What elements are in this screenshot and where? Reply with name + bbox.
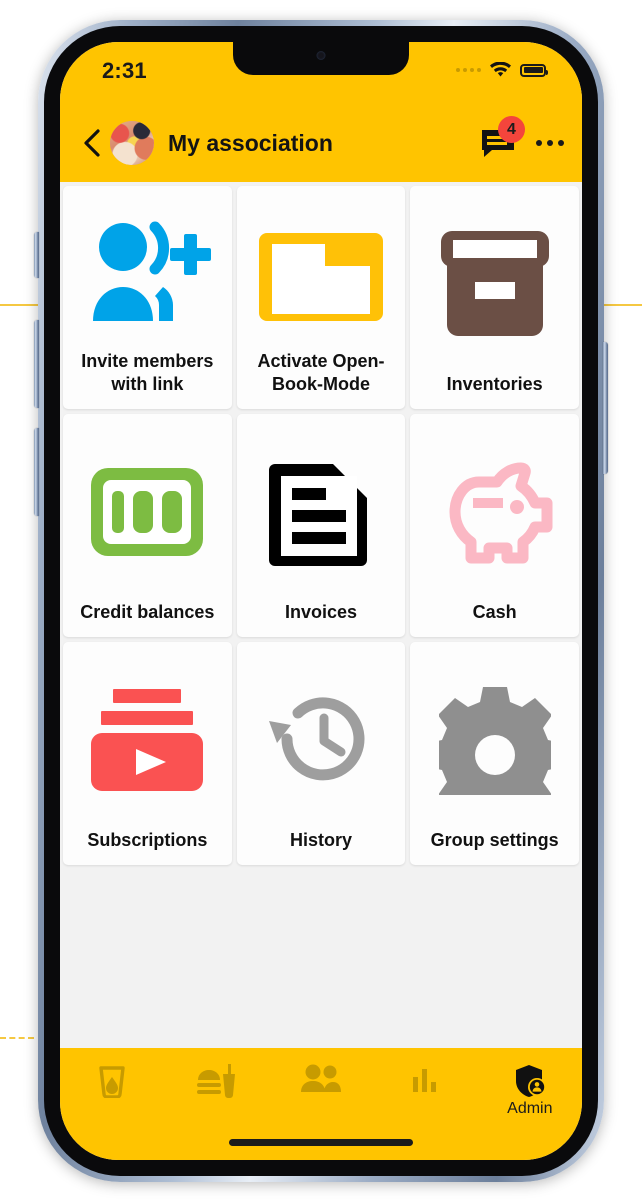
nav-item-stats[interactable]	[373, 1064, 477, 1096]
more-options-icon[interactable]	[536, 140, 564, 146]
power-button[interactable]	[603, 342, 608, 474]
volume-down-button[interactable]	[34, 428, 39, 516]
back-button[interactable]	[76, 125, 106, 161]
tile-label: History	[289, 829, 352, 850]
action-grid: Invite members with link Activate Open-B…	[63, 186, 579, 865]
people-icon	[301, 1064, 342, 1092]
banknote-100-icon	[69, 424, 226, 601]
nav-item-admin[interactable]: Admin	[478, 1064, 582, 1118]
tile-invite-members[interactable]: Invite members with link	[63, 186, 232, 409]
wifi-icon	[490, 62, 511, 77]
nav-item-members[interactable]	[269, 1064, 373, 1096]
battery-full-icon	[520, 63, 548, 77]
bar-chart-icon	[413, 1069, 437, 1092]
document-lines-icon	[243, 424, 400, 601]
tile-label: Credit balances	[80, 601, 215, 622]
main-content: Invite members with link Activate Open-B…	[60, 182, 582, 1048]
status-time: 2:31	[102, 58, 147, 83]
video-play-icon	[69, 652, 226, 829]
burger-drink-icon	[196, 1064, 235, 1098]
page-title: My association	[168, 129, 333, 156]
silent-switch[interactable]	[34, 232, 39, 278]
tile-history[interactable]: History	[236, 642, 406, 865]
gear-icon	[416, 652, 573, 829]
avatar-image	[110, 121, 154, 165]
piggy-bank-icon	[416, 424, 573, 601]
tile-label: Subscriptions	[87, 829, 208, 850]
tile-label: Inventories	[446, 373, 543, 394]
chat-badge: 4	[498, 116, 525, 143]
tile-cash[interactable]: Cash	[410, 414, 579, 637]
app-header: My association 4	[60, 104, 582, 182]
shield-person-icon	[515, 1065, 546, 1097]
volume-up-button[interactable]	[34, 320, 39, 408]
tile-invoices[interactable]: Invoices	[236, 414, 406, 637]
front-camera-icon	[316, 51, 326, 60]
nav-item-drinks[interactable]	[60, 1064, 164, 1100]
tile-label: Cash	[472, 601, 517, 622]
phone-frame: 2:31 My association 4 Invite members wit…	[34, 20, 608, 1182]
tile-credit-balances[interactable]: Credit balances	[63, 414, 232, 637]
background-guide-line-bottom	[0, 1037, 34, 1039]
tile-label: Invoices	[284, 601, 358, 622]
back-chevron-icon	[83, 129, 100, 157]
tile-label: Activate Open-Book-Mode	[257, 351, 385, 394]
nav-item-food[interactable]	[164, 1064, 268, 1100]
phone-screen: 2:31 My association 4 Invite members wit…	[60, 42, 582, 1160]
avatar[interactable]	[110, 121, 154, 165]
chat-button[interactable]: 4	[480, 116, 525, 164]
status-indicators	[456, 62, 548, 78]
nav-label: Admin	[507, 1100, 553, 1117]
tile-subscriptions[interactable]: Subscriptions	[63, 642, 232, 865]
folder-icon	[243, 196, 400, 350]
tile-open-book-mode[interactable]: Activate Open-Book-Mode	[236, 186, 406, 409]
tile-label: Invite members with link	[81, 351, 214, 394]
history-clock-icon	[243, 652, 400, 829]
drink-glass-icon	[99, 1066, 125, 1098]
signal-dots-icon	[456, 68, 481, 72]
person-add-icon	[69, 196, 226, 350]
tile-label: Group settings	[430, 829, 559, 850]
display-notch	[233, 42, 409, 75]
home-indicator[interactable]	[229, 1139, 413, 1146]
archive-box-icon	[416, 196, 573, 373]
tile-group-settings[interactable]: Group settings	[410, 642, 579, 865]
tile-inventories[interactable]: Inventories	[410, 186, 579, 409]
